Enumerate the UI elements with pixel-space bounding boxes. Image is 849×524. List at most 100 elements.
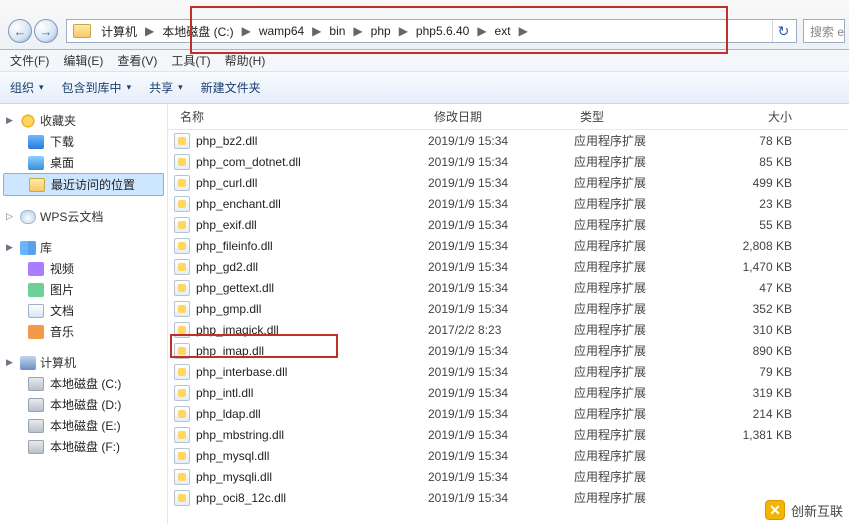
file-date: 2019/1/9 15:34 bbox=[428, 386, 574, 400]
organize-button[interactable]: 组织 bbox=[10, 79, 44, 96]
file-row[interactable]: php_imap.dll2019/1/9 15:34应用程序扩展890 KB bbox=[168, 340, 849, 361]
file-row[interactable]: php_curl.dll2019/1/9 15:34应用程序扩展499 KB bbox=[168, 172, 849, 193]
file-row[interactable]: php_enchant.dll2019/1/9 15:34应用程序扩展23 KB bbox=[168, 193, 849, 214]
library-icon bbox=[20, 241, 36, 255]
file-name: php_mysqli.dll bbox=[196, 470, 428, 484]
menu-bar: 文件(F) 编辑(E) 查看(V) 工具(T) 帮助(H) bbox=[0, 50, 849, 72]
sidebar-item[interactable]: 本地磁盘 (C:) bbox=[0, 373, 167, 394]
search-input[interactable]: 搜索 e bbox=[803, 19, 845, 43]
file-date: 2019/1/9 15:34 bbox=[428, 260, 574, 274]
sidebar-item[interactable]: 最近访问的位置 bbox=[3, 173, 164, 196]
file-name: php_imap.dll bbox=[196, 344, 428, 358]
sidebar-header-label: 计算机 bbox=[40, 354, 76, 371]
breadcrumb-segment[interactable]: php5.6.40 bbox=[410, 24, 475, 38]
file-type: 应用程序扩展 bbox=[574, 468, 700, 485]
file-row[interactable]: php_gmp.dll2019/1/9 15:34应用程序扩展352 KB bbox=[168, 298, 849, 319]
sidebar-item[interactable]: 本地磁盘 (E:) bbox=[0, 415, 167, 436]
dll-icon bbox=[174, 322, 190, 338]
dll-icon bbox=[174, 343, 190, 359]
file-date: 2019/1/9 15:34 bbox=[428, 428, 574, 442]
file-type: 应用程序扩展 bbox=[574, 405, 700, 422]
back-button[interactable]: ← bbox=[8, 19, 32, 43]
breadcrumb-segment[interactable]: wamp64 bbox=[253, 24, 310, 38]
chevron-right-icon: ▶ bbox=[397, 24, 410, 38]
file-size: 85 KB bbox=[700, 155, 806, 169]
breadcrumb-segment[interactable]: ext bbox=[489, 24, 517, 38]
forward-button[interactable]: → bbox=[34, 19, 58, 43]
share-button[interactable]: 共享 bbox=[149, 79, 183, 96]
col-date[interactable]: 修改日期 bbox=[428, 108, 574, 125]
doc-icon bbox=[28, 304, 44, 318]
breadcrumb-segment[interactable]: 本地磁盘 (C:) bbox=[156, 23, 239, 40]
sidebar-item[interactable]: 视频 bbox=[0, 258, 167, 279]
file-row[interactable]: php_intl.dll2019/1/9 15:34应用程序扩展319 KB bbox=[168, 382, 849, 403]
file-row[interactable]: php_mysql.dll2019/1/9 15:34应用程序扩展 bbox=[168, 445, 849, 466]
sidebar-item-label: 图片 bbox=[50, 281, 74, 298]
sidebar-header-label: WPS云文档 bbox=[40, 208, 103, 225]
file-date: 2019/1/9 15:34 bbox=[428, 470, 574, 484]
file-name: php_imagick.dll bbox=[196, 323, 428, 337]
file-date: 2019/1/9 15:34 bbox=[428, 218, 574, 232]
refresh-button[interactable]: ↻ bbox=[772, 20, 794, 42]
menu-edit[interactable]: 编辑(E) bbox=[63, 52, 103, 69]
file-type: 应用程序扩展 bbox=[574, 132, 700, 149]
file-row[interactable]: php_com_dotnet.dll2019/1/9 15:34应用程序扩展85… bbox=[168, 151, 849, 172]
disk-icon bbox=[28, 377, 44, 391]
sidebar-favorites-header[interactable]: ▶ 收藏夹 bbox=[0, 110, 167, 131]
sidebar-item[interactable]: 本地磁盘 (D:) bbox=[0, 394, 167, 415]
col-name[interactable]: 名称 bbox=[174, 108, 428, 125]
chevron-right-icon: ▶ bbox=[240, 24, 253, 38]
file-name: php_curl.dll bbox=[196, 176, 428, 190]
sidebar-item[interactable]: 桌面 bbox=[0, 152, 167, 173]
breadcrumb-segment[interactable]: bin bbox=[323, 24, 351, 38]
file-type: 应用程序扩展 bbox=[574, 384, 700, 401]
file-size: 55 KB bbox=[700, 218, 806, 232]
sidebar-item[interactable]: 文档 bbox=[0, 300, 167, 321]
file-type: 应用程序扩展 bbox=[574, 174, 700, 191]
breadcrumb-segment[interactable]: 计算机 bbox=[95, 23, 143, 40]
file-row[interactable]: php_imagick.dll2017/2/2 8:23应用程序扩展310 KB bbox=[168, 319, 849, 340]
menu-view[interactable]: 查看(V) bbox=[117, 52, 157, 69]
col-size[interactable]: 大小 bbox=[700, 108, 806, 125]
file-date: 2019/1/9 15:34 bbox=[428, 281, 574, 295]
new-folder-button[interactable]: 新建文件夹 bbox=[201, 79, 261, 96]
file-size: 23 KB bbox=[700, 197, 806, 211]
sidebar-header-label: 库 bbox=[40, 239, 52, 256]
file-row[interactable]: php_exif.dll2019/1/9 15:34应用程序扩展55 KB bbox=[168, 214, 849, 235]
sidebar-item[interactable]: 本地磁盘 (F:) bbox=[0, 436, 167, 457]
include-button[interactable]: 包含到库中 bbox=[62, 79, 132, 96]
file-size: 352 KB bbox=[700, 302, 806, 316]
menu-tools[interactable]: 工具(T) bbox=[171, 52, 210, 69]
col-type[interactable]: 类型 bbox=[574, 108, 700, 125]
folder-icon bbox=[73, 24, 91, 38]
vid-icon bbox=[28, 262, 44, 276]
sidebar-item-label: 桌面 bbox=[50, 154, 74, 171]
sidebar-library-header[interactable]: ▶ 库 bbox=[0, 237, 167, 258]
file-row[interactable]: php_interbase.dll2019/1/9 15:34应用程序扩展79 … bbox=[168, 361, 849, 382]
dll-icon bbox=[174, 133, 190, 149]
sidebar-item[interactable]: 下载 bbox=[0, 131, 167, 152]
chevron-right-icon: ▶ bbox=[517, 24, 530, 38]
file-size: 2,808 KB bbox=[700, 239, 806, 253]
file-row[interactable]: php_gd2.dll2019/1/9 15:34应用程序扩展1,470 KB bbox=[168, 256, 849, 277]
file-row[interactable]: php_oci8_12c.dll2019/1/9 15:34应用程序扩展 bbox=[168, 487, 849, 508]
column-headers[interactable]: 名称 修改日期 类型 大小 bbox=[168, 104, 849, 130]
file-row[interactable]: php_mysqli.dll2019/1/9 15:34应用程序扩展 bbox=[168, 466, 849, 487]
file-type: 应用程序扩展 bbox=[574, 216, 700, 233]
breadcrumb-segment[interactable]: php bbox=[365, 24, 397, 38]
sidebar-computer-header[interactable]: ▶ 计算机 bbox=[0, 352, 167, 373]
file-list: 名称 修改日期 类型 大小 php_bz2.dll2019/1/9 15:34应… bbox=[168, 104, 849, 524]
menu-file[interactable]: 文件(F) bbox=[10, 52, 49, 69]
menu-help[interactable]: 帮助(H) bbox=[225, 52, 266, 69]
file-name: php_com_dotnet.dll bbox=[196, 155, 428, 169]
file-row[interactable]: php_fileinfo.dll2019/1/9 15:34应用程序扩展2,80… bbox=[168, 235, 849, 256]
sidebar-item[interactable]: 音乐 bbox=[0, 321, 167, 342]
breadcrumb[interactable]: 计算机▶本地磁盘 (C:)▶wamp64▶bin▶php▶php5.6.40▶e… bbox=[66, 19, 797, 43]
file-row[interactable]: php_bz2.dll2019/1/9 15:34应用程序扩展78 KB bbox=[168, 130, 849, 151]
file-row[interactable]: php_gettext.dll2019/1/9 15:34应用程序扩展47 KB bbox=[168, 277, 849, 298]
sidebar-wps-header[interactable]: ▷ WPS云文档 bbox=[0, 206, 167, 227]
file-row[interactable]: php_ldap.dll2019/1/9 15:34应用程序扩展214 KB bbox=[168, 403, 849, 424]
file-date: 2019/1/9 15:34 bbox=[428, 365, 574, 379]
file-row[interactable]: php_mbstring.dll2019/1/9 15:34应用程序扩展1,38… bbox=[168, 424, 849, 445]
sidebar-item[interactable]: 图片 bbox=[0, 279, 167, 300]
